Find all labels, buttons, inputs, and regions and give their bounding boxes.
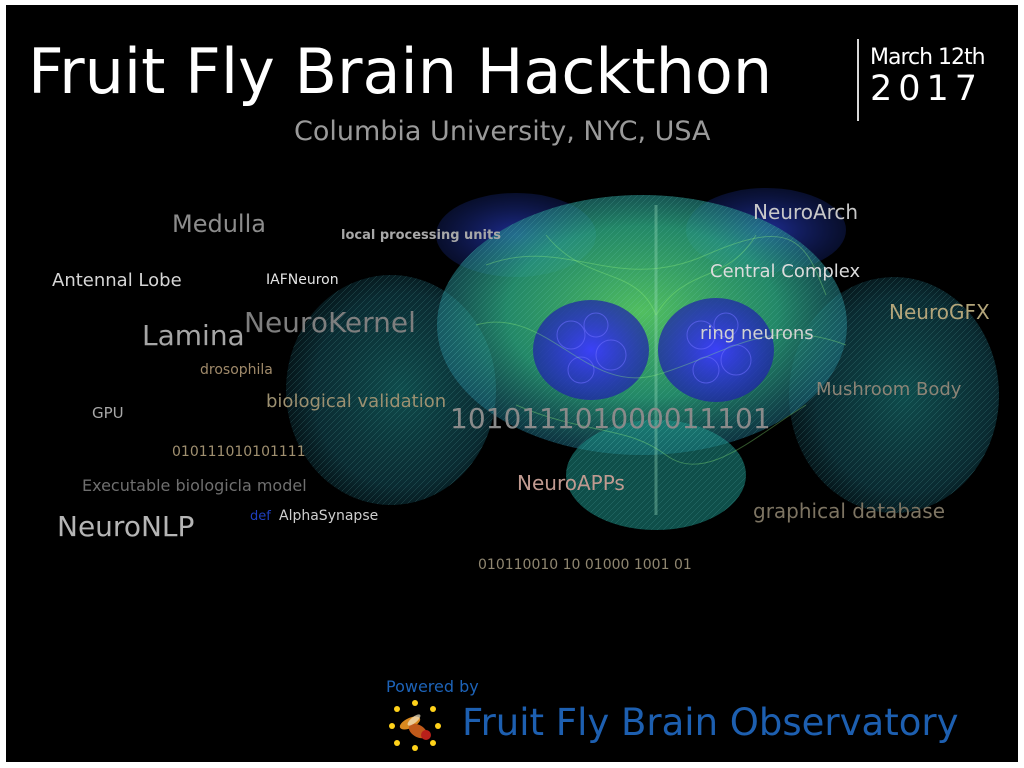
word-binary-small: 010111010101111 bbox=[172, 444, 306, 460]
word-lamina: Lamina bbox=[142, 319, 245, 352]
word-binary-spaced: 010110010 10 01000 1001 01 bbox=[478, 557, 692, 573]
event-date: March 12th bbox=[870, 45, 986, 70]
word-mushroom-body: Mushroom Body bbox=[816, 379, 962, 400]
word-alphasynapse: AlphaSynapse bbox=[279, 508, 379, 524]
title-divider bbox=[857, 39, 859, 121]
word-gpu: GPU bbox=[92, 404, 124, 422]
word-iafneuron: IAFNeuron bbox=[266, 272, 339, 288]
word-def: def bbox=[250, 509, 271, 524]
word-executable-model: Executable biologicla model bbox=[82, 476, 307, 495]
event-year: 2017 bbox=[870, 69, 984, 109]
word-biological-validation: biological validation bbox=[266, 391, 447, 412]
word-ring-neurons: ring neurons bbox=[700, 323, 814, 344]
powered-by-label: Powered by bbox=[386, 677, 479, 696]
word-binary-large: 101011101000011101 bbox=[450, 402, 771, 435]
word-drosophila: drosophila bbox=[200, 362, 273, 378]
word-neuroapps: NeuroAPPs bbox=[517, 471, 625, 495]
fly-logo-icon bbox=[389, 700, 441, 751]
word-neurokernel: NeuroKernel bbox=[244, 306, 416, 339]
poster-title: Fruit Fly Brain Hackthon bbox=[28, 35, 773, 108]
hackathon-poster: Fruit Fly Brain Hackthon March 12th 2017… bbox=[6, 5, 1018, 762]
word-neuroarch: NeuroArch bbox=[753, 200, 859, 224]
word-central-complex: Central Complex bbox=[710, 261, 861, 282]
event-location: Columbia University, NYC, USA bbox=[294, 116, 711, 147]
word-medulla: Medulla bbox=[172, 210, 266, 238]
word-neuronlp: NeuroNLP bbox=[57, 510, 195, 543]
observatory-name: Fruit Fly Brain Observatory bbox=[462, 701, 959, 744]
word-antennal-lobe: Antennal Lobe bbox=[52, 270, 182, 291]
word-graphical-database: graphical database bbox=[753, 499, 945, 523]
word-neurogfx: NeuroGFX bbox=[889, 300, 990, 324]
word-local-processing-units: local processing units bbox=[341, 228, 501, 243]
